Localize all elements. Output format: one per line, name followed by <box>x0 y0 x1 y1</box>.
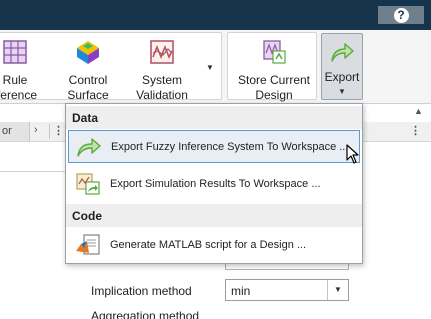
help-button[interactable]: ? <box>378 6 424 24</box>
menu-item-label: Export Fuzzy Inference System To Workspa… <box>111 140 349 153</box>
export-label: Export <box>324 70 360 84</box>
panel-divider <box>0 171 66 172</box>
rule-inference-label-1: Rule <box>2 73 28 87</box>
chevron-down-icon: ▼ <box>338 87 346 96</box>
store-design-label-2: Design <box>255 88 293 102</box>
mouse-cursor-icon <box>346 144 359 164</box>
implication-method-select[interactable]: min ▼ <box>225 279 349 301</box>
rule-inference-label-2: Inference <box>0 88 37 102</box>
design-store-group: Store Current Design <box>227 32 317 103</box>
design-toolstrip-group: Rule Inference Control Surface System Va… <box>0 32 222 103</box>
title-band: ? <box>0 0 431 30</box>
more-tools-dropdown[interactable]: ▼ <box>206 63 214 72</box>
menu-section-code: Code <box>66 204 362 227</box>
menu-item-label: Export Simulation Results To Workspace .… <box>110 177 321 190</box>
document-tab[interactable]: or <box>0 122 30 141</box>
export-dropdown-menu: Data Export Fuzzy Inference System To Wo… <box>65 103 363 264</box>
rule-inference-button[interactable]: Rule Inference <box>0 39 37 103</box>
menu-item-label: Generate MATLAB script for a Design ... <box>110 238 307 251</box>
chevron-down-icon: ▼ <box>327 280 348 300</box>
control-surface-label-1: Control <box>68 73 108 87</box>
system-validation-button[interactable]: System Validation <box>132 39 192 103</box>
matlab-script-icon <box>76 233 100 255</box>
store-current-design-button[interactable]: Store Current Design <box>232 39 316 103</box>
collapse-toolstrip-icon[interactable]: ▲ <box>414 106 423 116</box>
menu-section-data: Data <box>66 106 362 129</box>
system-validation-label-2: Validation <box>136 88 188 102</box>
system-validation-icon <box>150 40 174 64</box>
rule-inference-icon <box>3 40 27 64</box>
more-options-icon[interactable]: ⋮ <box>53 124 64 137</box>
control-surface-label-2: Surface <box>67 88 109 102</box>
menu-item-generate-script[interactable]: Generate MATLAB script for a Design ... <box>68 228 360 261</box>
tab-divider <box>49 124 50 139</box>
store-design-icon <box>263 40 286 64</box>
aggregation-method-label: Aggregation method <box>91 309 200 319</box>
implication-method-value: min <box>231 284 251 298</box>
export-arrow-icon <box>331 43 354 62</box>
system-validation-label-1: System <box>141 73 182 87</box>
control-surface-icon <box>77 41 99 64</box>
menu-item-export-simulation[interactable]: Export Simulation Results To Workspace .… <box>68 167 360 200</box>
more-options-icon[interactable]: ⋮ <box>410 124 421 137</box>
implication-method-label: Implication method <box>91 284 192 298</box>
simulation-results-icon <box>76 172 100 195</box>
help-icon: ? <box>393 7 409 23</box>
control-surface-button[interactable]: Control Surface <box>61 39 115 103</box>
toolstrip: Rule Inference Control Surface System Va… <box>0 30 431 104</box>
export-button[interactable]: Export ▼ <box>321 33 363 100</box>
chevron-right-icon[interactable]: › <box>34 124 38 136</box>
store-design-label-1: Store Current <box>237 73 311 87</box>
export-arrow-icon <box>77 137 101 157</box>
menu-item-export-fis[interactable]: Export Fuzzy Inference System To Workspa… <box>68 130 360 163</box>
